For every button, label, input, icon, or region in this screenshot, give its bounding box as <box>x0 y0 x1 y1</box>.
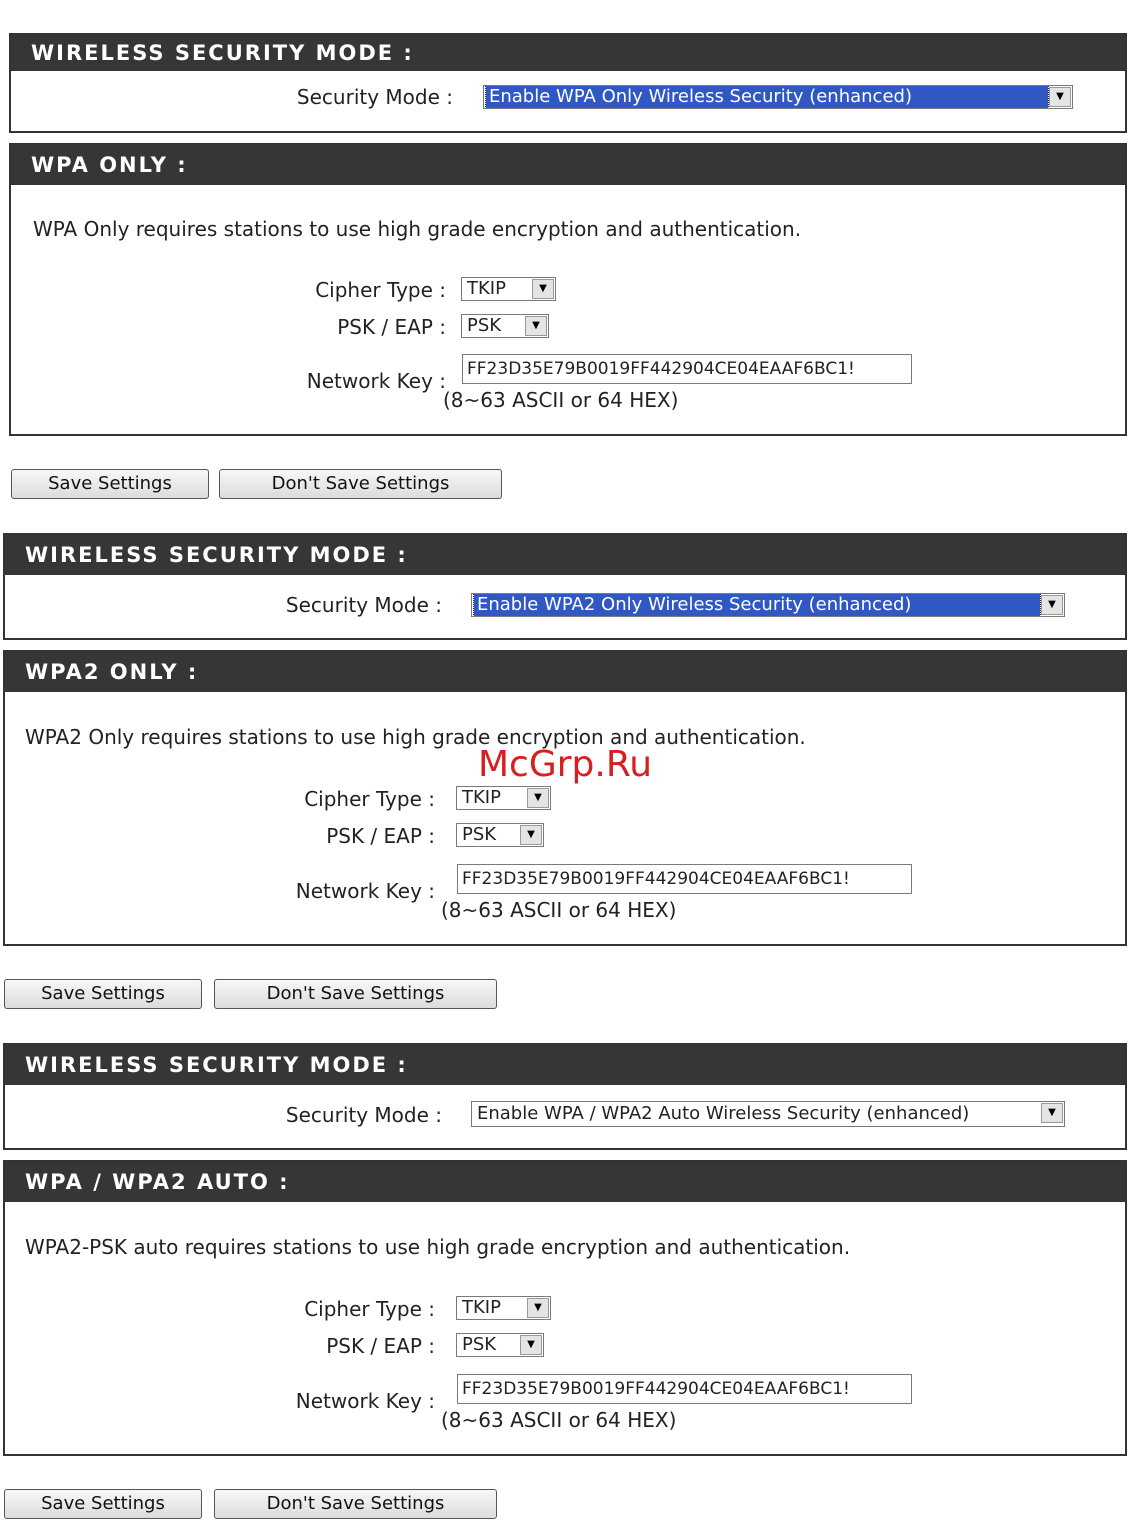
network-key-hint: (8~63 ASCII or 64 HEX) <box>441 898 677 922</box>
section-header: WIRELESS SECURITY MODE : <box>5 535 1125 575</box>
section-description: WPA2 Only requires stations to use high … <box>25 725 806 749</box>
psk-eap-value: PSK <box>467 315 502 336</box>
section-header: WIRELESS SECURITY MODE : <box>11 35 1125 71</box>
section-description: WPA Only requires stations to use high g… <box>33 217 802 241</box>
chevron-down-icon[interactable]: ▼ <box>525 316 547 336</box>
cipher-type-label: Cipher Type : <box>304 787 435 811</box>
save-settings-button[interactable]: Save Settings <box>11 469 209 499</box>
section-header: WIRELESS SECURITY MODE : <box>5 1045 1125 1085</box>
network-key-label: Network Key : <box>295 1389 435 1413</box>
security-mode-select[interactable]: Enable WPA / WPA2 Auto Wireless Security… <box>471 1101 1065 1127</box>
chevron-down-icon[interactable]: ▼ <box>1049 87 1071 107</box>
section-description: WPA2-PSK auto requires stations to use h… <box>25 1235 851 1259</box>
chevron-down-icon[interactable]: ▼ <box>520 1335 542 1355</box>
save-settings-button[interactable]: Save Settings <box>4 1489 202 1519</box>
network-key-label: Network Key : <box>306 369 446 393</box>
section-header: WPA2 ONLY : <box>5 652 1125 692</box>
dont-save-settings-button[interactable]: Don't Save Settings <box>214 979 497 1009</box>
network-key-input[interactable]: FF23D35E79B0019FF442904CE04EAAF6BC1! <box>462 354 912 384</box>
chevron-down-icon[interactable]: ▼ <box>1041 595 1063 615</box>
wireless-security-mode-panel-1: WIRELESS SECURITY MODE : Security Mode :… <box>9 33 1127 133</box>
cipher-type-value: TKIP <box>462 1297 501 1318</box>
security-mode-select[interactable]: Enable WPA Only Wireless Security (enhan… <box>483 85 1073 109</box>
psk-eap-value: PSK <box>462 824 497 845</box>
network-key-hint: (8~63 ASCII or 64 HEX) <box>441 1408 677 1432</box>
cipher-type-label: Cipher Type : <box>304 1297 435 1321</box>
wpa-only-panel: WPA ONLY : WPA Only requires stations to… <box>9 143 1127 436</box>
chevron-down-icon[interactable]: ▼ <box>1041 1103 1063 1123</box>
chevron-down-icon[interactable]: ▼ <box>527 788 549 808</box>
watermark: McGrp.Ru <box>478 744 653 785</box>
network-key-input[interactable]: FF23D35E79B0019FF442904CE04EAAF6BC1! <box>457 864 912 894</box>
security-mode-label: Security Mode : <box>285 593 442 617</box>
security-mode-value: Enable WPA Only Wireless Security (enhan… <box>485 86 1049 108</box>
chevron-down-icon[interactable]: ▼ <box>532 279 554 299</box>
psk-eap-select[interactable]: PSK ▼ <box>456 823 544 847</box>
security-mode-label: Security Mode : <box>296 85 453 109</box>
save-settings-button[interactable]: Save Settings <box>4 979 202 1009</box>
security-mode-select[interactable]: Enable WPA2 Only Wireless Security (enha… <box>471 593 1065 617</box>
psk-eap-select[interactable]: PSK ▼ <box>461 314 549 338</box>
section-header: WPA ONLY : <box>11 145 1125 185</box>
cipher-type-value: TKIP <box>462 787 501 808</box>
security-mode-label: Security Mode : <box>285 1103 442 1127</box>
dont-save-settings-button[interactable]: Don't Save Settings <box>214 1489 497 1519</box>
wpa2-only-panel: WPA2 ONLY : WPA2 Only requires stations … <box>3 650 1127 946</box>
network-key-label: Network Key : <box>295 879 435 903</box>
chevron-down-icon[interactable]: ▼ <box>520 825 542 845</box>
dont-save-settings-button[interactable]: Don't Save Settings <box>219 469 502 499</box>
security-mode-value: Enable WPA / WPA2 Auto Wireless Security… <box>477 1103 970 1124</box>
wireless-security-mode-panel-3: WIRELESS SECURITY MODE : Security Mode :… <box>3 1043 1127 1150</box>
cipher-type-value: TKIP <box>467 278 506 299</box>
security-mode-value: Enable WPA2 Only Wireless Security (enha… <box>473 594 1041 616</box>
cipher-type-select[interactable]: TKIP ▼ <box>461 277 556 301</box>
psk-eap-label: PSK / EAP : <box>326 824 435 848</box>
chevron-down-icon[interactable]: ▼ <box>527 1298 549 1318</box>
cipher-type-select[interactable]: TKIP ▼ <box>456 786 551 810</box>
psk-eap-label: PSK / EAP : <box>337 315 446 339</box>
network-key-input[interactable]: FF23D35E79B0019FF442904CE04EAAF6BC1! <box>457 1374 912 1404</box>
psk-eap-value: PSK <box>462 1334 497 1355</box>
section-header: WPA / WPA2 AUTO : <box>5 1162 1125 1202</box>
psk-eap-select[interactable]: PSK ▼ <box>456 1333 544 1357</box>
cipher-type-label: Cipher Type : <box>315 278 446 302</box>
wireless-security-mode-panel-2: WIRELESS SECURITY MODE : Security Mode :… <box>3 533 1127 640</box>
network-key-hint: (8~63 ASCII or 64 HEX) <box>443 388 679 412</box>
psk-eap-label: PSK / EAP : <box>326 1334 435 1358</box>
cipher-type-select[interactable]: TKIP ▼ <box>456 1296 551 1320</box>
wpa-wpa2-auto-panel: WPA / WPA2 AUTO : WPA2-PSK auto requires… <box>3 1160 1127 1456</box>
